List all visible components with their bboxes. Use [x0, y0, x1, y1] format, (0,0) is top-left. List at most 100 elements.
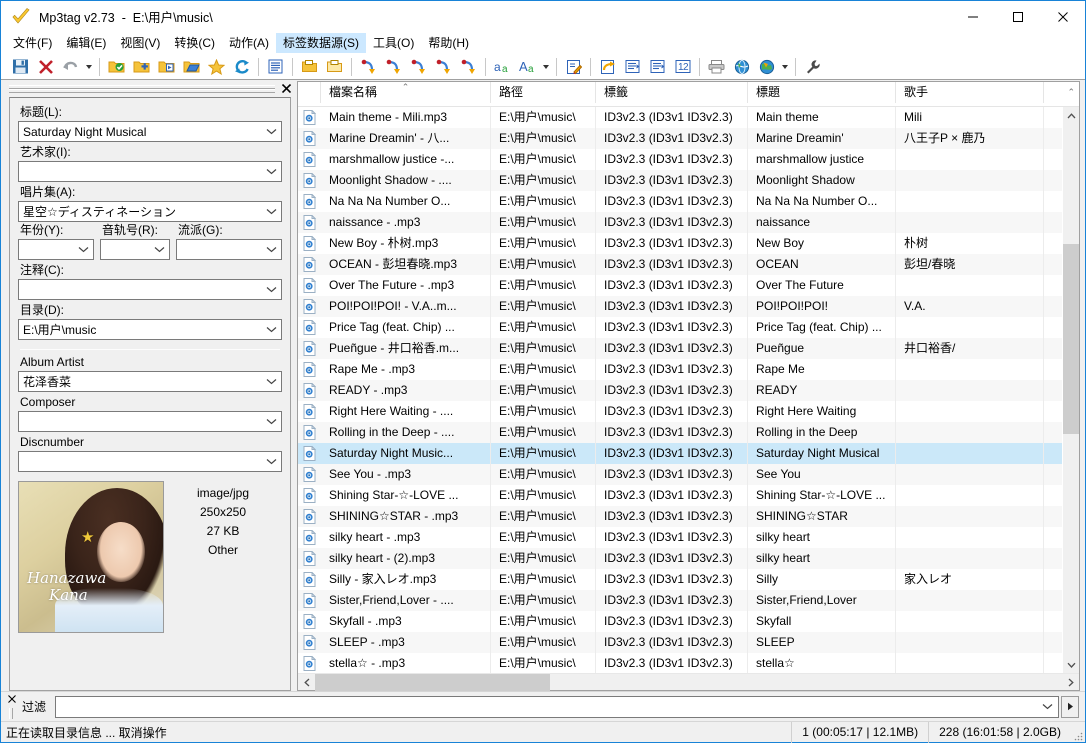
filter-close-icon[interactable] [5, 694, 18, 706]
scroll-right-icon[interactable] [1062, 674, 1079, 691]
table-row[interactable]: Price Tag (feat. Chip) ... E:\用户\music\ ID… [298, 317, 1062, 338]
album-artist-field[interactable]: 花泽香菜 [18, 371, 282, 392]
filename-to-tag-icon[interactable] [381, 55, 406, 79]
column-tag[interactable]: 標籤 [596, 82, 748, 103]
tag-panel-icon[interactable] [645, 55, 670, 79]
table-row[interactable]: Silly - 家入レオ.mp3 E:\用户\music\ ID3v2.3 (ID3… [298, 569, 1062, 590]
filter-apply-button[interactable] [1061, 695, 1079, 718]
menu-help[interactable]: 帮助(H) [421, 33, 476, 53]
scroll-up-icon[interactable] [1063, 107, 1080, 124]
close-button[interactable] [1040, 1, 1085, 32]
text-file-to-tag-icon[interactable] [456, 55, 481, 79]
title-field[interactable]: Saturday Night Musical [18, 121, 282, 142]
resize-grip-icon[interactable] [1071, 722, 1085, 743]
table-row[interactable]: Saturday Night Music... E:\用户\music\ ID3v2… [298, 443, 1062, 464]
table-row[interactable]: READY - .mp3 E:\用户\music\ ID3v2.3 (ID3v1 I… [298, 380, 1062, 401]
table-row[interactable]: naissance - .mp3 E:\用户\music\ ID3v2.3 (ID3… [298, 212, 1062, 233]
horizontal-scroll-track[interactable] [315, 673, 1062, 691]
scroll-down-icon[interactable] [1063, 656, 1080, 673]
discnumber-field[interactable] [18, 451, 282, 472]
undo-dropdown-icon[interactable] [83, 55, 95, 79]
menu-convert[interactable]: 转换(C) [167, 33, 222, 53]
menu-file[interactable]: 文件(F) [6, 33, 59, 53]
album-field[interactable]: 星空☆ディスティネーション [18, 201, 282, 222]
filter-icon[interactable] [263, 55, 288, 79]
table-row[interactable]: Main theme - Mili.mp3 E:\用户\music\ ID3v2.3… [298, 107, 1062, 128]
menu-edit[interactable]: 编辑(E) [59, 33, 113, 53]
directory-field[interactable]: E:\用户\music [18, 319, 282, 340]
scroll-left-icon[interactable] [298, 674, 315, 691]
vertical-scroll-thumb[interactable] [1062, 244, 1079, 434]
table-row[interactable]: Moonlight Shadow - .... E:\用户\music\ ID3v2… [298, 170, 1062, 191]
menu-tag-sources[interactable]: 标签数据源(S) [276, 32, 366, 53]
table-row[interactable]: POI!POI!POI! - V.A..m... E:\用户\music\ ID3v… [298, 296, 1062, 317]
options-icon[interactable] [800, 55, 825, 79]
undo-icon[interactable] [58, 55, 83, 79]
amazon-icon[interactable] [754, 55, 779, 79]
table-row[interactable]: New Boy - 朴树.mp3 E:\用户\music\ ID3v2.3 (ID3… [298, 233, 1062, 254]
cover-art-area[interactable]: ★ Hanazawa Kana image/jpg 250x250 27 KB … [18, 481, 282, 633]
column-path[interactable]: 路徑 [491, 82, 596, 103]
column-artist[interactable]: 歌手 [896, 82, 1044, 103]
filter-input[interactable] [55, 695, 1059, 718]
artist-field[interactable] [18, 161, 282, 182]
websources-dropdown-icon[interactable] [779, 55, 791, 79]
table-row[interactable]: marshmallow justice -... E:\用户\music\ ID3v… [298, 149, 1062, 170]
table-row[interactable]: Rape Me - .mp3 E:\用户\music\ ID3v2.3 (ID3v1… [298, 359, 1062, 380]
table-row[interactable]: Right Here Waiting - .... E:\用户\music\ ID3… [298, 401, 1062, 422]
chevron-down-icon[interactable] [1042, 697, 1053, 717]
comment-field[interactable] [18, 279, 282, 300]
track-field[interactable] [100, 239, 170, 260]
menu-actions[interactable]: 动作(A) [222, 33, 276, 53]
horizontal-scrollbar[interactable] [298, 673, 1079, 691]
refresh-icon[interactable] [229, 55, 254, 79]
composer-field[interactable] [18, 411, 282, 432]
table-row[interactable]: Sister,Friend,Lover - .... E:\用户\music\ ID… [298, 590, 1062, 611]
table-row[interactable]: silky heart - .mp3 E:\用户\music\ ID3v2.3 (I… [298, 527, 1062, 548]
replace-icon[interactable]: Aa [515, 55, 540, 79]
open-folder-icon[interactable] [179, 55, 204, 79]
case-conversion-icon[interactable]: aa [490, 55, 515, 79]
table-row[interactable]: silky heart - (2).mp3 E:\用户\music\ ID3v2.3… [298, 548, 1062, 569]
favorites-icon[interactable] [204, 55, 229, 79]
remove-tag-icon[interactable] [33, 55, 58, 79]
table-row[interactable]: OCEAN - 彭坦春晓.mp3 E:\用户\music\ ID3v2.3 (ID3… [298, 254, 1062, 275]
table-row[interactable]: Pueñgue - 井口裕香.m... E:\用户\music\ ID3v2.3 (… [298, 338, 1062, 359]
table-row[interactable]: Shining Star-☆-LOVE ... E:\用户\music\ ID3v2… [298, 485, 1062, 506]
close-icon[interactable] [279, 82, 293, 96]
vertical-scroll-track[interactable] [1062, 124, 1079, 656]
table-row[interactable]: Skyfall - .mp3 E:\用户\music\ ID3v2.3 (ID3v1… [298, 611, 1062, 632]
number-wizard-icon[interactable]: 12 [670, 55, 695, 79]
remove-tag2-icon[interactable] [297, 55, 322, 79]
actions-dropdown-icon[interactable] [540, 55, 552, 79]
cover-art-image[interactable]: ★ Hanazawa Kana [18, 481, 164, 633]
freedb-icon[interactable] [729, 55, 754, 79]
column-filename[interactable]: 檔案名稱 ⌃ [321, 82, 491, 103]
tag-to-filename-icon[interactable] [356, 55, 381, 79]
tag-to-tag-icon[interactable] [431, 55, 456, 79]
actions-quick-icon[interactable] [561, 55, 586, 79]
menu-view[interactable]: 视图(V) [113, 33, 167, 53]
table-row[interactable]: Na Na Na Number O... E:\用户\music\ ID3v2.3 … [298, 191, 1062, 212]
table-row[interactable]: SHINING☆STAR - .mp3 E:\用户\music\ ID3v2.3 (… [298, 506, 1062, 527]
auto-numbering-icon[interactable] [620, 55, 645, 79]
change-directory-icon[interactable] [104, 55, 129, 79]
year-field[interactable] [18, 239, 94, 260]
add-files-icon[interactable] [154, 55, 179, 79]
copy-tag-icon[interactable] [322, 55, 347, 79]
minimize-button[interactable] [950, 1, 995, 32]
table-row[interactable]: SLEEP - .mp3 E:\用户\music\ ID3v2.3 (ID3v1 I… [298, 632, 1062, 653]
add-directory-icon[interactable] [129, 55, 154, 79]
menu-tools[interactable]: 工具(O) [366, 33, 421, 53]
maximize-button[interactable] [995, 1, 1040, 32]
horizontal-scroll-thumb[interactable] [315, 673, 550, 691]
table-row[interactable]: Over The Future - .mp3 E:\用户\music\ ID3v2.… [298, 275, 1062, 296]
filename-to-filename-icon[interactable] [406, 55, 431, 79]
vertical-scrollbar[interactable] [1062, 107, 1079, 673]
genre-field[interactable] [176, 239, 282, 260]
column-title[interactable]: 標題 [748, 82, 896, 103]
drag-grip[interactable] [9, 85, 275, 93]
table-row[interactable]: Rolling in the Deep - .... E:\用户\music\ ID… [298, 422, 1062, 443]
playlist-icon[interactable] [595, 55, 620, 79]
table-row[interactable]: stella☆ - .mp3 E:\用户\music\ ID3v2.3 (ID3v1… [298, 653, 1062, 673]
